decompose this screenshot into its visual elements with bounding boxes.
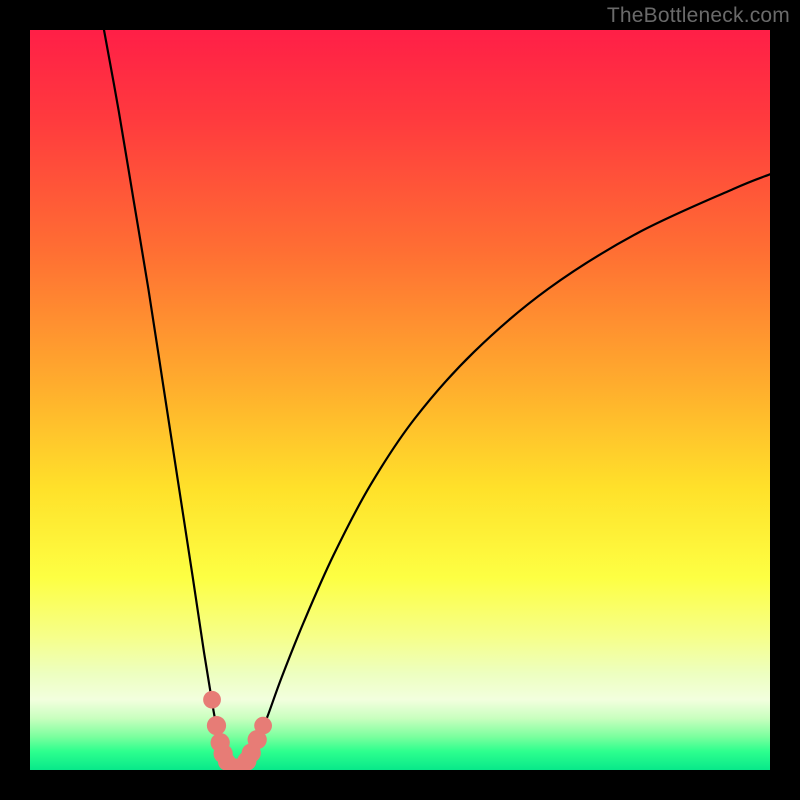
marker-dot — [203, 691, 221, 709]
watermark-text: TheBottleneck.com — [607, 4, 790, 28]
curve-left-branch — [104, 30, 231, 766]
chart-frame: TheBottleneck.com — [0, 0, 800, 800]
marker-dot — [254, 717, 272, 735]
plot-area — [30, 30, 770, 770]
curve-markers — [203, 691, 272, 770]
marker-dot — [207, 716, 226, 735]
bottleneck-curve — [30, 30, 770, 770]
curve-right-branch — [243, 174, 770, 766]
